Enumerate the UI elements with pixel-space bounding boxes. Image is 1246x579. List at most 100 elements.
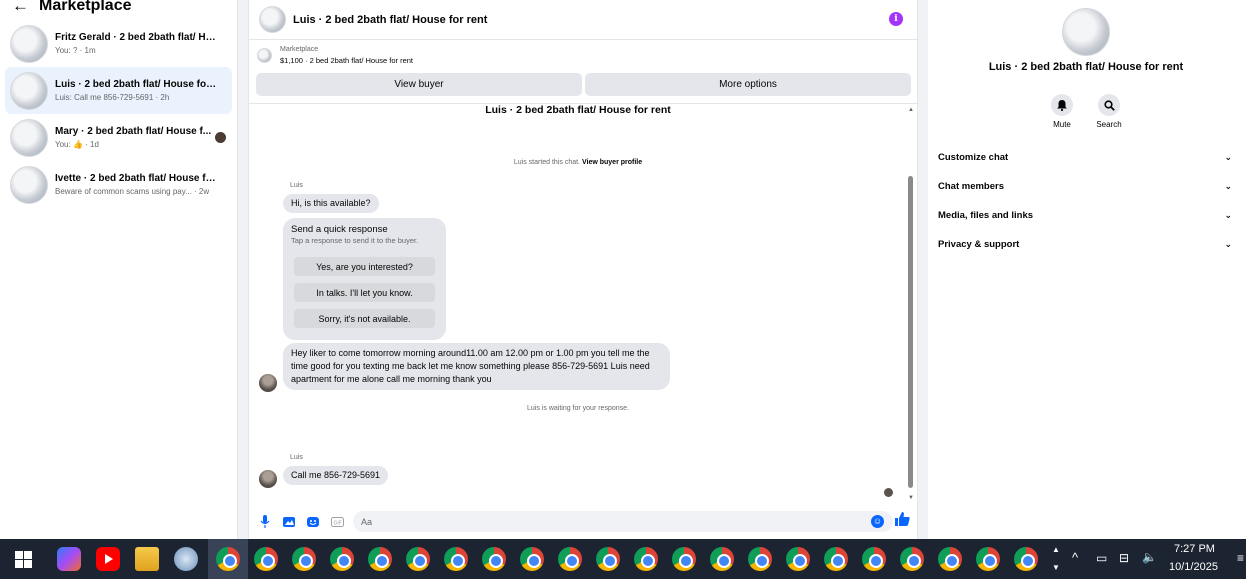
mute-label: Mute bbox=[1053, 120, 1071, 129]
photo-icon[interactable] bbox=[282, 515, 296, 529]
thumbs-up-icon[interactable] bbox=[895, 512, 910, 530]
quick-response-subtitle: Tap a response to send it to the buyer. bbox=[291, 236, 419, 245]
sidebar-title: Marketplace bbox=[39, 0, 132, 14]
conversation-item[interactable]: Fritz Gerald · 2 bed 2bath flat/ Ho... Y… bbox=[5, 20, 232, 67]
file-explorer-icon[interactable] bbox=[135, 547, 159, 571]
chrome-icon[interactable] bbox=[368, 547, 392, 571]
listing-price: $1,100 · 2 bed 2bath flat/ House for ren… bbox=[280, 55, 414, 65]
back-arrow-icon[interactable]: ← bbox=[12, 0, 29, 14]
media-files-links-section[interactable]: Media, files and links ⌄ bbox=[938, 206, 1232, 224]
listing-label: Marketplace bbox=[280, 45, 319, 53]
quick-response-option[interactable]: Sorry, it's not available. bbox=[294, 309, 435, 328]
sender-name: Luis bbox=[290, 182, 303, 189]
info-icon[interactable]: i bbox=[889, 12, 903, 26]
chrome-icon[interactable] bbox=[520, 547, 544, 571]
sticker-icon[interactable] bbox=[306, 515, 320, 529]
gif-icon[interactable]: GIF bbox=[330, 515, 344, 529]
listing-thumbnail bbox=[257, 47, 272, 63]
copilot-icon[interactable] bbox=[57, 547, 81, 571]
view-buyer-button[interactable]: View buyer bbox=[256, 73, 582, 96]
chrome-icon[interactable] bbox=[672, 547, 696, 571]
conversation-name: Fritz Gerald · 2 bed 2bath flat/ Ho... bbox=[55, 31, 220, 43]
more-options-button[interactable]: More options bbox=[585, 73, 911, 96]
chrome-icon[interactable] bbox=[900, 547, 924, 571]
chrome-icon[interactable] bbox=[254, 547, 278, 571]
chrome-icon[interactable] bbox=[786, 547, 810, 571]
youtube-icon[interactable] bbox=[96, 547, 120, 571]
chat-info-panel: Luis · 2 bed 2bath flat/ House for rent … bbox=[928, 0, 1246, 539]
listing-summary[interactable]: Marketplace $1,100 · 2 bed 2bath flat/ H… bbox=[249, 40, 917, 70]
view-buyer-profile-link[interactable]: View buyer profile bbox=[582, 159, 642, 166]
clock-date[interactable]: 10/1/2025 bbox=[1169, 561, 1218, 573]
quick-response-option[interactable]: Yes, are you interested? bbox=[294, 257, 435, 276]
chrome-icon[interactable] bbox=[938, 547, 962, 571]
search-action[interactable]: Search bbox=[1089, 94, 1129, 129]
chrome-icon[interactable] bbox=[1014, 547, 1038, 571]
message-composer: GIF ☺ bbox=[249, 508, 917, 535]
scroll-down-icon[interactable]: ▼ bbox=[908, 495, 914, 501]
conversation-item[interactable]: Ivette · 2 bed 2bath flat/ House fo... B… bbox=[5, 161, 232, 208]
search-label: Search bbox=[1096, 120, 1122, 129]
scroll-up-icon[interactable]: ▲ bbox=[908, 107, 914, 113]
chrome-icon[interactable] bbox=[710, 547, 734, 571]
sidebar-header: ← Marketplace bbox=[0, 0, 237, 14]
conversation-preview: Beware of common scams using pay... · 2w bbox=[55, 186, 210, 196]
emoji-icon[interactable]: ☺ bbox=[871, 515, 884, 528]
info-title: Luis · 2 bed 2bath flat/ House for rent bbox=[988, 61, 1184, 73]
tray-device-icon[interactable]: ▭ bbox=[1096, 551, 1107, 565]
thread-scrollbar[interactable]: ▲ ▼ bbox=[907, 104, 915, 503]
chat-started-notice: Luis started this chat. View buyer profi… bbox=[513, 159, 643, 166]
conversation-preview: You: 👍 · 1d bbox=[55, 139, 99, 149]
taskbar-overflow-arrows[interactable]: ▲ ▼ bbox=[1052, 541, 1060, 577]
listing-photo[interactable] bbox=[1062, 8, 1110, 56]
chrome-icon[interactable] bbox=[862, 547, 886, 571]
conversation-name: Luis · 2 bed 2bath flat/ House for r... bbox=[55, 78, 220, 90]
chevron-down-icon: ⌄ bbox=[1224, 180, 1232, 191]
listing-thumbnail bbox=[10, 165, 48, 204]
chevron-down-icon: ⌄ bbox=[1224, 238, 1232, 249]
chat-members-section[interactable]: Chat members ⌄ bbox=[938, 177, 1232, 195]
chrome-icon[interactable] bbox=[292, 547, 316, 571]
sender-avatar[interactable] bbox=[259, 470, 277, 488]
chrome-icon[interactable] bbox=[216, 547, 240, 571]
conversation-item-active[interactable]: Luis · 2 bed 2bath flat/ House for r... … bbox=[5, 67, 232, 114]
chat-title[interactable]: Luis · 2 bed 2bath flat/ House for rent bbox=[293, 14, 487, 26]
volume-icon[interactable]: 🔈 bbox=[1142, 550, 1157, 564]
privacy-support-section[interactable]: Privacy & support ⌄ bbox=[938, 235, 1232, 253]
chrome-icon[interactable] bbox=[824, 547, 848, 571]
quick-response-option[interactable]: In talks. I'll let you know. bbox=[294, 283, 435, 302]
chrome-icon[interactable] bbox=[596, 547, 620, 571]
chevron-up-icon[interactable]: ^ bbox=[1072, 550, 1078, 565]
waiting-notice: Luis is waiting for your response. bbox=[527, 405, 629, 412]
conversation-name: Mary · 2 bed 2bath flat/ House f... bbox=[55, 125, 212, 137]
chrome-icon[interactable] bbox=[634, 547, 658, 571]
message-input[interactable] bbox=[353, 511, 893, 532]
chrome-icon[interactable] bbox=[444, 547, 468, 571]
conversation-sidebar: ← Marketplace Fritz Gerald · 2 bed 2bath… bbox=[0, 0, 238, 539]
search-icon[interactable] bbox=[1098, 94, 1120, 116]
conversation-list: Fritz Gerald · 2 bed 2bath flat/ Ho... Y… bbox=[5, 20, 232, 208]
customize-chat-section[interactable]: Customize chat ⌄ bbox=[938, 148, 1232, 166]
chrome-icon[interactable] bbox=[976, 547, 1000, 571]
listing-thumbnail bbox=[10, 24, 48, 63]
mute-action[interactable]: Mute bbox=[1042, 94, 1082, 129]
snipping-tool-icon[interactable] bbox=[174, 547, 198, 571]
chrome-icon[interactable] bbox=[482, 547, 506, 571]
chat-thumbnail[interactable] bbox=[259, 6, 286, 33]
microphone-icon[interactable] bbox=[258, 515, 272, 529]
bell-icon[interactable] bbox=[1051, 94, 1073, 116]
chrome-icon[interactable] bbox=[558, 547, 582, 571]
conversation-item[interactable]: Mary · 2 bed 2bath flat/ House f... You:… bbox=[5, 114, 232, 161]
network-icon[interactable]: ⊟ bbox=[1119, 551, 1129, 565]
conversation-preview: You: ? · 1m bbox=[55, 45, 96, 55]
notifications-icon[interactable]: ≡ bbox=[1237, 551, 1244, 565]
windows-start-icon[interactable] bbox=[15, 551, 32, 568]
chrome-icon[interactable] bbox=[748, 547, 772, 571]
seen-avatar bbox=[884, 488, 893, 497]
scrollbar-thumb[interactable] bbox=[908, 176, 913, 488]
thread-title: Luis · 2 bed 2bath flat/ House for rent bbox=[485, 104, 671, 116]
chrome-icon[interactable] bbox=[330, 547, 354, 571]
clock-time[interactable]: 7:27 PM bbox=[1174, 543, 1215, 555]
sender-avatar[interactable] bbox=[259, 374, 277, 392]
chrome-icon[interactable] bbox=[406, 547, 430, 571]
